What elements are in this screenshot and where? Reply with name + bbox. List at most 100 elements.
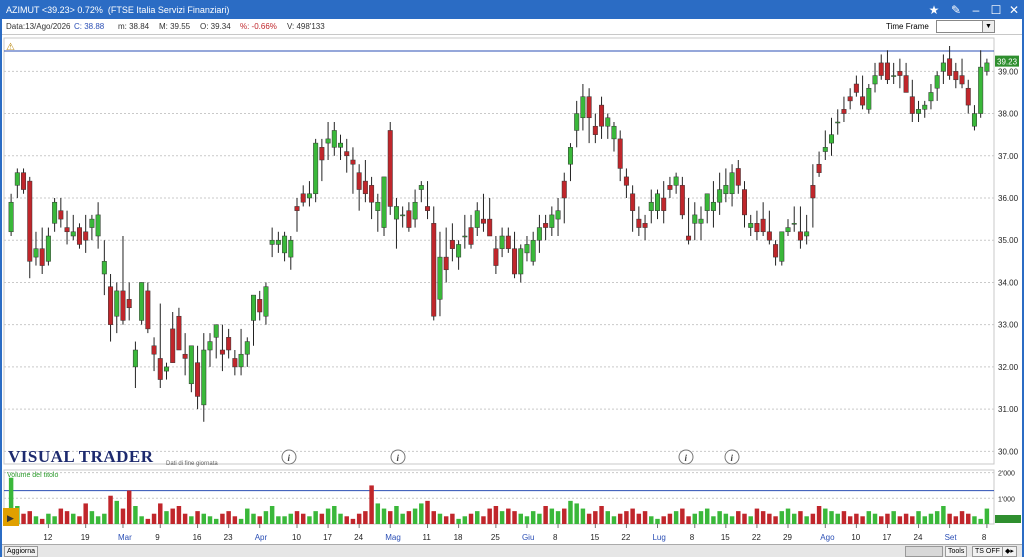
close-button[interactable]: ✕ <box>1004 2 1024 19</box>
candle-body <box>760 218 766 233</box>
volume-bar <box>450 513 455 524</box>
candle-body <box>313 142 319 195</box>
candle-body <box>692 214 698 224</box>
volume-bar <box>823 508 828 524</box>
candle-body <box>891 75 897 77</box>
volume-bar <box>288 513 294 524</box>
volume-bar <box>344 516 349 524</box>
volume-bar <box>462 516 468 524</box>
candle-body <box>959 75 965 85</box>
maximize-button[interactable]: ☐ <box>986 2 1006 19</box>
candle-body <box>170 328 176 363</box>
volume-bar <box>748 516 753 524</box>
aggiorna-button[interactable]: Aggiorna <box>4 546 39 557</box>
volume-bar <box>102 513 107 524</box>
candle-body <box>338 142 344 148</box>
candle-body <box>499 235 505 249</box>
volume-bar <box>77 516 82 524</box>
volume-bar <box>941 506 946 524</box>
nav-arrows-icon[interactable]: ◆▸ <box>1002 546 1017 557</box>
candle-body <box>623 176 629 186</box>
volume-bar <box>332 506 337 524</box>
candle-body <box>369 185 375 203</box>
volume-bar <box>33 516 39 524</box>
x-tick-label: 22 <box>752 533 761 542</box>
price-chart[interactable]: ⚠ 39.00 38.00 37.00 36.00 35.00 34.00 33.00 32.0… <box>2 34 1022 544</box>
candle-body <box>219 349 225 355</box>
volume-bar <box>972 516 977 524</box>
candle-body <box>257 299 263 313</box>
candle-body <box>586 96 592 119</box>
candle-body <box>126 299 132 309</box>
volume-bar <box>791 513 797 524</box>
tools-button[interactable]: Tools <box>945 546 968 557</box>
candle-body <box>139 282 145 321</box>
x-tick-label: 29 <box>783 533 792 542</box>
data-source-note: Dati di fine giornata <box>166 461 218 467</box>
candle-body <box>903 75 909 93</box>
volume-bar <box>499 511 505 524</box>
candle-body <box>518 248 524 275</box>
candle-body <box>58 210 64 220</box>
x-tick-label: 16 <box>193 533 202 542</box>
candle-body <box>456 244 462 258</box>
volume-last-tag <box>995 515 1021 523</box>
candle-body <box>679 185 685 216</box>
candle-body <box>480 218 486 224</box>
volume-bar <box>456 518 461 524</box>
volume-bar <box>58 508 64 524</box>
x-tick-label: 15 <box>590 533 599 542</box>
volume-bar <box>126 490 132 524</box>
volume-bar <box>642 511 648 524</box>
volume-bar <box>841 511 847 524</box>
candle-body <box>157 358 163 380</box>
volume-bar <box>891 511 896 524</box>
draw-pencil-icon[interactable]: ✎ <box>946 2 966 19</box>
volume-bar <box>282 516 287 524</box>
info-max: M: 39.55 <box>159 22 191 31</box>
price-tick-label: 37.00 <box>998 152 1019 161</box>
x-tick-label: 12 <box>43 533 52 542</box>
volume-bar <box>493 506 499 524</box>
volume-bar <box>692 513 698 524</box>
favorite-star-icon[interactable]: ★ <box>924 2 944 19</box>
candle-body <box>437 256 443 300</box>
candle-body <box>704 193 710 211</box>
volume-bar <box>736 511 741 524</box>
candle-body <box>922 104 928 110</box>
volume-bar <box>562 508 567 524</box>
horizontal-scrollbar[interactable] <box>905 546 943 557</box>
candle-body <box>89 218 95 228</box>
chevron-down-icon[interactable]: ▼ <box>982 20 995 33</box>
volume-bar <box>711 516 716 524</box>
volume-bar <box>400 513 405 524</box>
candle-body <box>14 172 20 186</box>
info-min: m: 38.84 <box>118 22 150 31</box>
volume-bar <box>369 485 374 524</box>
candle-body <box>282 235 288 254</box>
candle-body <box>561 180 567 199</box>
volume-bar <box>636 513 642 524</box>
visual-trader-logo: VISUAL TRADER <box>8 447 154 466</box>
candle-body <box>188 345 194 385</box>
volume-bar <box>574 503 579 524</box>
volume-bar <box>263 511 269 524</box>
volume-bar <box>717 511 722 524</box>
candle-body <box>847 96 853 102</box>
candle-body <box>779 231 785 262</box>
candle-body <box>872 75 878 85</box>
volume-bar <box>667 513 673 524</box>
ts-toggle-button[interactable]: TS OFF <box>972 546 1003 557</box>
candle-body <box>163 366 169 372</box>
candle-body <box>835 121 841 124</box>
candle-body <box>418 185 424 190</box>
candle-body <box>120 290 126 321</box>
volume-bar <box>903 513 909 524</box>
volume-bar <box>586 513 592 524</box>
candle-body <box>766 231 772 241</box>
candle-body <box>381 176 387 228</box>
candle-body <box>400 214 406 217</box>
candle-body <box>95 214 101 237</box>
candle-body <box>393 206 399 220</box>
minimize-button[interactable]: – <box>966 2 986 19</box>
